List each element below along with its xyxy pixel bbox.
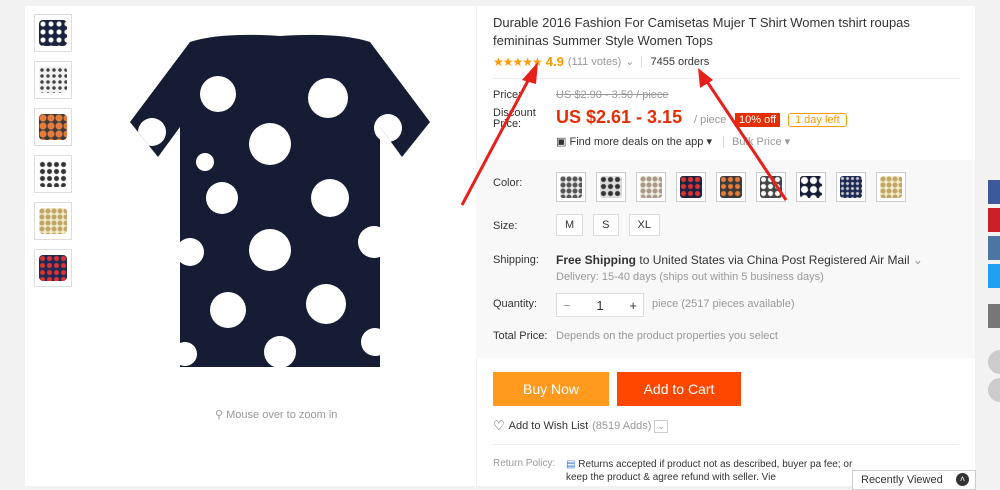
annotation-arrows	[460, 62, 788, 206]
annotation-arrow-orders	[698, 68, 788, 201]
annotation-arrow-rating	[460, 62, 538, 206]
